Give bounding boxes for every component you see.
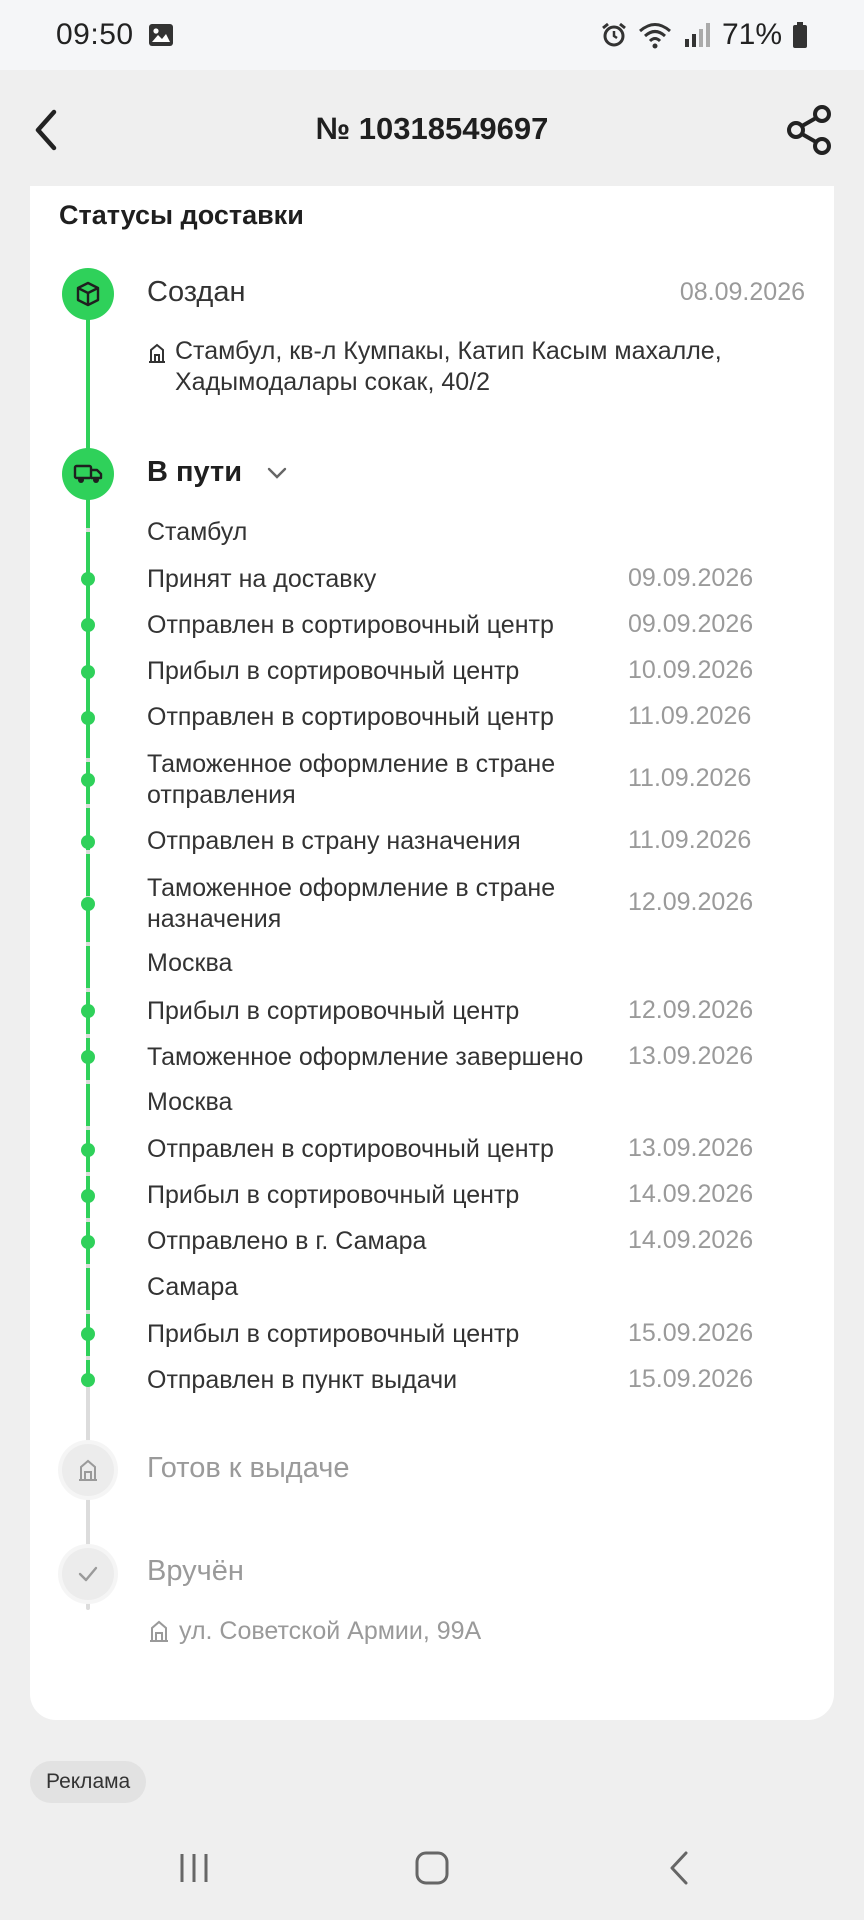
box-icon [76,281,100,307]
event-text: Отправлен в сортировочный центр [147,611,554,639]
check-icon [78,1566,98,1582]
event-text: Таможенное оформление в стране назначени… [147,874,556,933]
event-date: 12.09.2026 [628,888,754,916]
event-date: 15.09.2026 [628,1319,754,1347]
event-date: 15.09.2026 [628,1365,754,1393]
event-dot [81,897,95,911]
nav-back-icon[interactable] [662,1850,698,1886]
building-icon [150,1620,168,1642]
building-icon [149,343,165,363]
ad-badge[interactable]: Реклама [30,1761,147,1803]
event-dot [81,618,95,632]
event-dot [81,1189,95,1203]
event-text: Прибыл в сортировочный центр [147,1320,520,1348]
event-text: Прибыл в сортировочный центр [147,657,520,685]
event-text: Прибыл в сортировочный центр [147,1181,520,1209]
system-nav-bar [0,1826,864,1920]
event-text: Прибыл в сортировочный центр [147,997,520,1025]
event-date: 10.09.2026 [628,656,754,684]
event-text: Отправлен в пункт выдачи [147,1366,458,1394]
event-date: 09.09.2026 [628,564,754,592]
address-text: Стамбул, кв-л Кумпакы, Катип Касым махал… [175,337,722,396]
wifi-icon [638,23,671,49]
event-text: Отправлено в г. Самара [147,1227,427,1255]
city-heading: Москва [147,1088,233,1116]
event-date: 09.09.2026 [628,610,754,638]
status-bar: 09:50 71% [0,0,864,70]
event-text: Отправлен в сортировочный центр [147,703,554,731]
event-dot [81,1373,95,1387]
truck-icon [73,464,103,483]
recent-apps-icon[interactable] [176,1850,212,1886]
delivery-status-card: Статусы доставки Создан 08.09.2026 Стамб… [30,186,834,1720]
step-delivered-dot [62,1548,114,1600]
event-text: Таможенное оформление завершено [147,1043,584,1071]
city-heading: Самара [147,1273,239,1301]
step-created-label: Создан [147,276,246,308]
step-delivered-address: ул. Советской Армии, 99А [147,1616,779,1647]
building-icon [79,1459,97,1481]
card-title: Статусы доставки [59,200,304,230]
step-created-address: Стамбул, кв-л Кумпакы, Катип Касым махал… [147,336,775,398]
event-text: Таможенное оформление в стране отправлен… [147,750,556,809]
step-in-transit-toggle[interactable]: В пути [147,456,288,489]
chevron-down-icon [267,468,287,480]
gallery-icon [148,24,173,46]
event-text: Отправлен в страну назначения [147,827,521,855]
step-in-transit-dot [62,448,114,500]
event-text: Отправлен в сортировочный центр [147,1135,554,1163]
event-date: 13.09.2026 [628,1042,754,1070]
address-text: ул. Советской Армии, 99А [179,1617,482,1645]
status-time: 09:50 [56,18,134,51]
share-icon[interactable] [784,104,834,156]
step-created-dot [62,268,114,320]
signal-icon [684,23,710,47]
event-dot [81,711,95,725]
step-in-transit-label: В пути [147,456,243,488]
event-dot [81,1327,95,1341]
alarm-icon [602,22,626,47]
city-heading: Стамбул [147,518,248,546]
event-dot [81,835,95,849]
event-date: 11.09.2026 [628,702,752,730]
step-created-date: 08.09.2026 [679,278,805,306]
event-text: Принят на доставку [147,565,377,593]
step-delivered-label: Вручён [147,1555,244,1587]
event-date: 11.09.2026 [628,764,752,792]
event-date: 14.09.2026 [628,1180,754,1208]
app-header: № 10318549697 [0,70,864,188]
event-date: 11.09.2026 [628,826,752,854]
event-dot [81,773,95,787]
battery-percent: 71% [721,18,782,51]
step-ready-dot [62,1444,114,1496]
back-icon[interactable] [26,108,66,152]
battery-icon [793,22,807,48]
event-date: 12.09.2026 [628,996,754,1024]
page-title: № 10318549697 [315,111,549,146]
event-dot [81,665,95,679]
event-dot [81,572,95,586]
event-date: 13.09.2026 [628,1134,754,1162]
event-dot [81,1143,95,1157]
city-heading: Москва [147,949,233,977]
event-dot [81,1050,95,1064]
event-dot [81,1004,95,1018]
home-icon[interactable] [414,1850,450,1886]
step-ready-label: Готов к выдаче [147,1452,350,1484]
event-date: 14.09.2026 [628,1226,754,1254]
event-dot [81,1235,95,1249]
